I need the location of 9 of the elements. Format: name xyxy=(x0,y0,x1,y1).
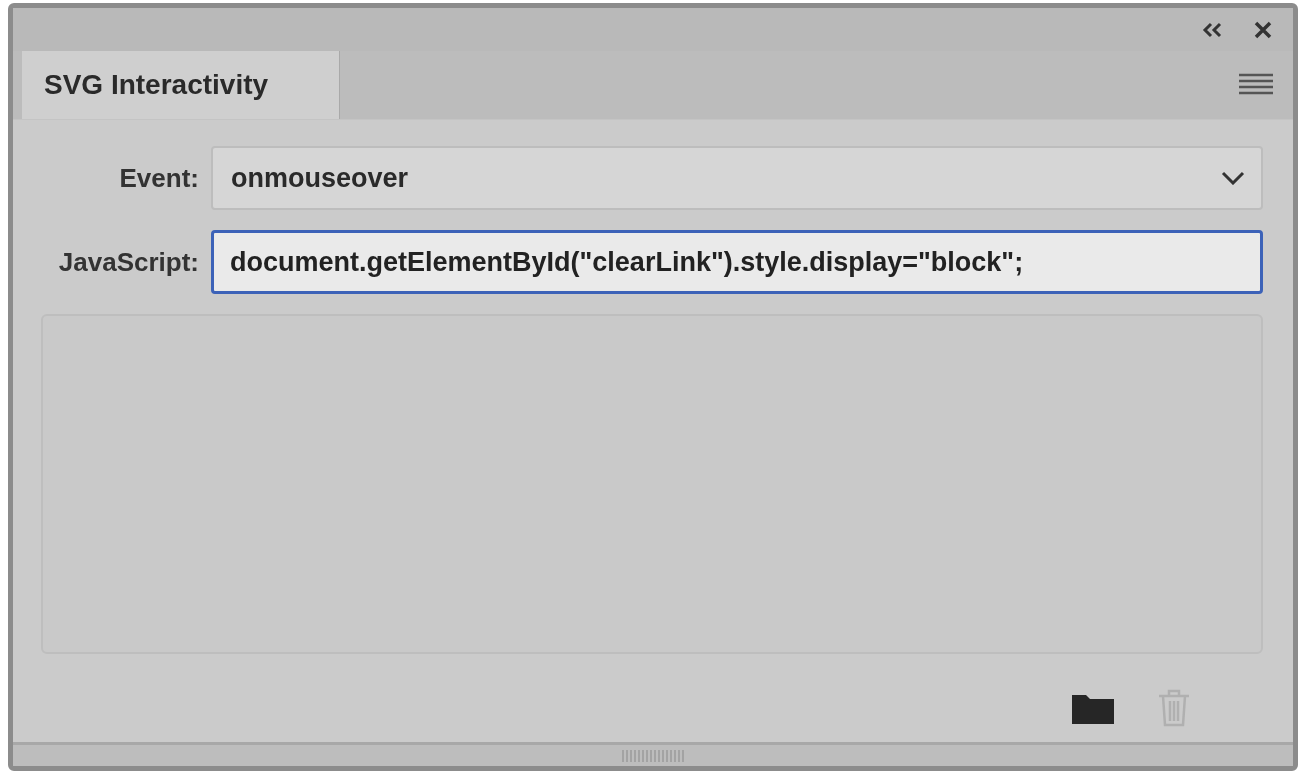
field-label: JavaScript: xyxy=(57,246,199,278)
resize-grip-icon[interactable] xyxy=(621,749,685,762)
field-label: Event: xyxy=(118,162,199,194)
close-icon[interactable] xyxy=(1253,19,1273,40)
chevron-icon xyxy=(1221,171,1245,186)
javascript-field[interactable]: document.getElementById("clearLink").style.display="block"; xyxy=(211,230,1263,295)
collapse-icon[interactable] xyxy=(1201,21,1223,38)
panel-tab[interactable]: SVG Interactivity xyxy=(22,51,340,120)
event-dropdown[interactable]: onmouseover xyxy=(211,146,1263,211)
